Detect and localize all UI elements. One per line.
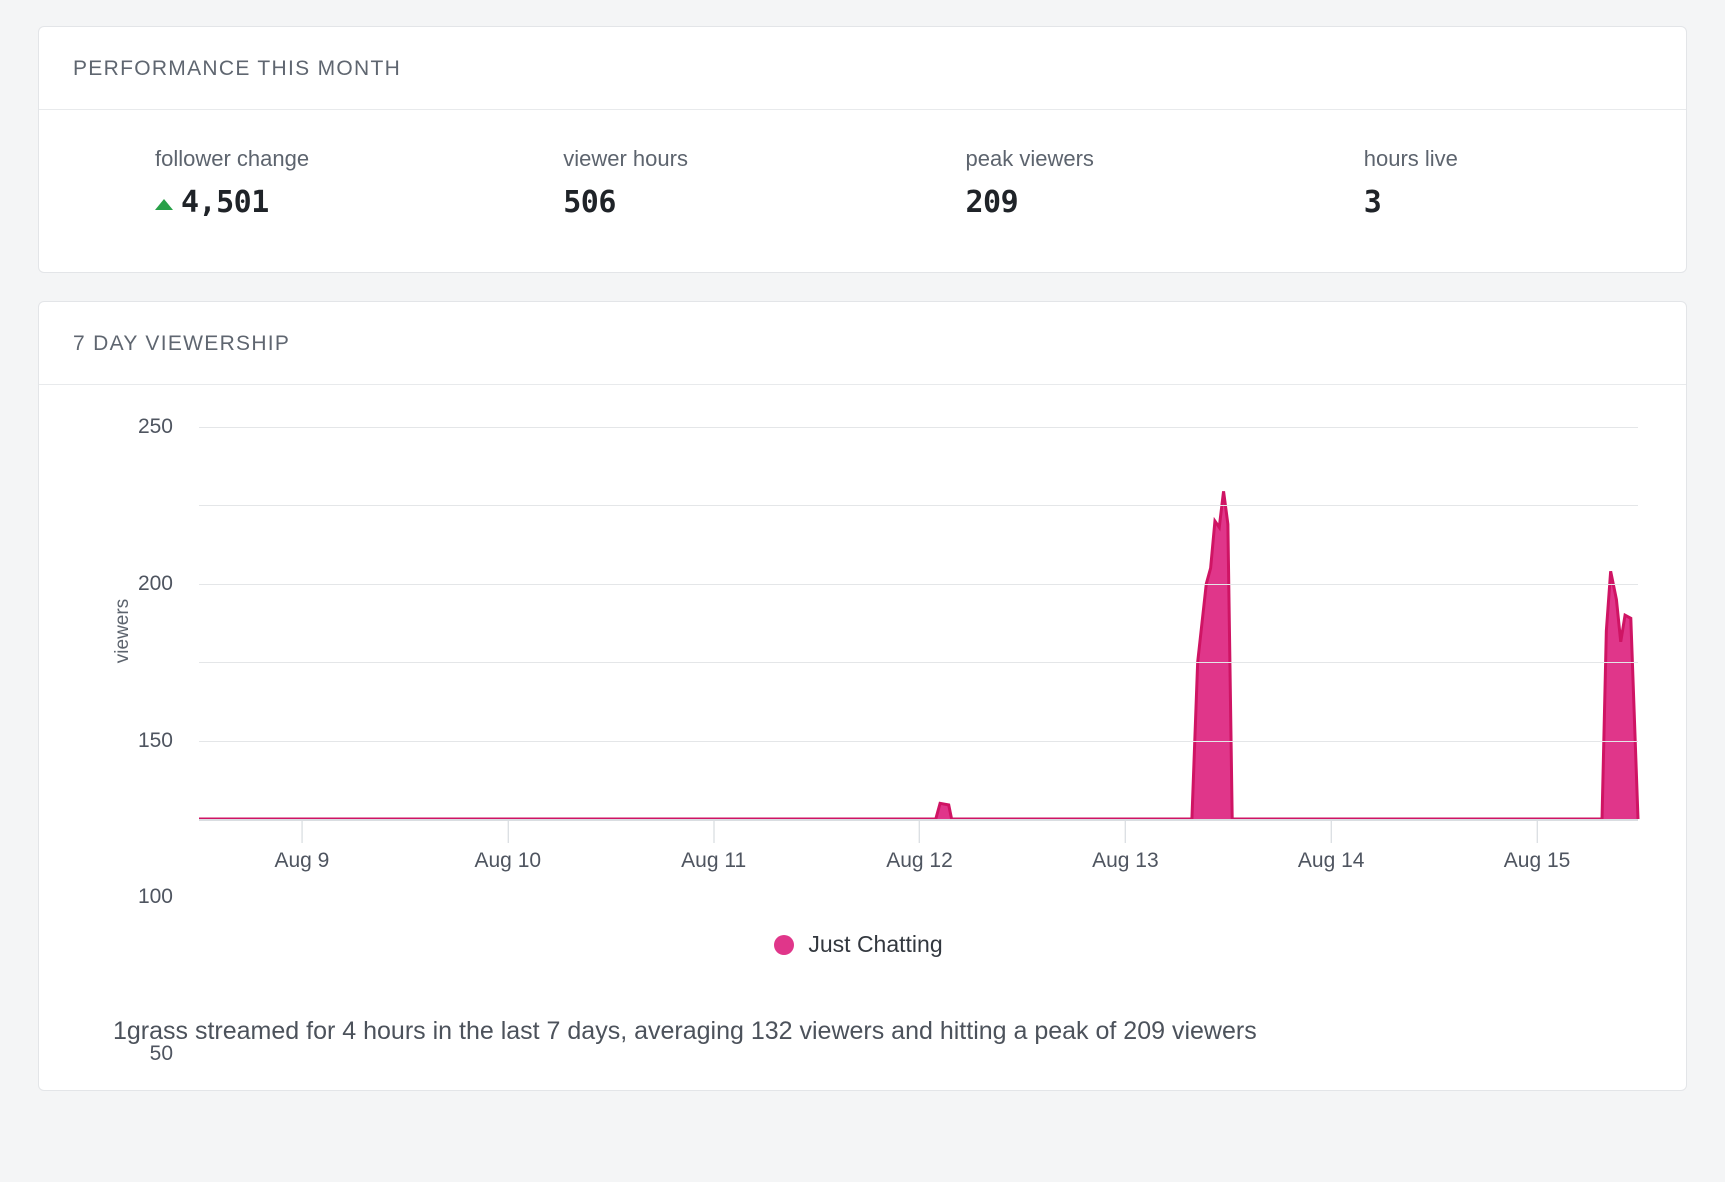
viewership-card: 7 DAY VIEWERSHIP viewers 050100150200250…	[38, 301, 1687, 1091]
x-axis-tick-label: Aug 13	[1092, 849, 1159, 872]
performance-card: PERFORMANCE THIS MONTH follower change 4…	[38, 26, 1687, 273]
series-area-fill	[199, 491, 1638, 819]
trend-up-icon	[155, 198, 173, 210]
stats-row: follower change 4,501 viewer hours 506 p…	[39, 110, 1686, 272]
chart-area: viewers 050100150200250 Aug 9Aug 10Aug 1…	[61, 415, 1656, 1065]
x-axis-tick: Aug 9	[274, 821, 329, 873]
x-axis-tick-label: Aug 15	[1503, 849, 1571, 872]
dashboard-page: PERFORMANCE THIS MONTH follower change 4…	[0, 0, 1725, 1182]
stat-value-wrapper: 209	[966, 188, 1288, 218]
x-axis-tick: Aug 13	[1092, 821, 1159, 873]
stat-value: 209	[965, 185, 1019, 220]
x-axis-tickmark	[1330, 821, 1332, 843]
chart-legend[interactable]: Just Chatting	[61, 931, 1656, 958]
chart-plot-area: 050100150200250	[138, 415, 1638, 1065]
x-axis-tick: Aug 12	[886, 821, 953, 873]
x-axis-tick-label: Aug 10	[474, 849, 542, 872]
x-axis-tickmark	[919, 821, 920, 843]
stat-label: peak viewers	[965, 146, 1094, 171]
x-axis-tick: Aug 10	[474, 821, 542, 873]
x-axis-tickmark	[507, 821, 509, 843]
x-axis-tickmark	[1536, 821, 1538, 843]
viewership-chart-body: viewers 050100150200250 Aug 9Aug 10Aug 1…	[39, 385, 1686, 1085]
y-axis-tick-label: 200	[137, 571, 173, 595]
x-axis-tick-label: Aug 11	[681, 849, 747, 872]
performance-card-title: PERFORMANCE THIS MONTH	[73, 57, 402, 80]
stat-label: follower change	[155, 146, 310, 171]
x-axis-tickmark	[713, 821, 715, 843]
chart-gridline: 50	[150, 740, 1638, 1065]
x-axis-tickmark	[301, 821, 303, 843]
x-axis-tick: Aug 14	[1297, 821, 1365, 873]
chart-gridline: 150	[138, 583, 1638, 752]
legend-color-dot	[774, 934, 795, 955]
stat-hours-live: hours live 3	[1288, 146, 1686, 218]
x-axis-tick-label: Aug 14	[1297, 849, 1365, 872]
x-axis-tick: Aug 11	[681, 821, 746, 873]
stat-value-wrapper: 4,501	[155, 188, 477, 218]
stat-label: hours live	[1363, 146, 1458, 171]
stat-value: 506	[563, 185, 616, 220]
x-axis-tickmark	[1124, 821, 1126, 843]
viewership-card-title: 7 DAY VIEWERSHIP	[73, 332, 291, 355]
legend-label: Just Chatting	[808, 931, 943, 957]
chart-gridline: 100	[138, 662, 1638, 908]
x-axis-tick-label: Aug 12	[886, 849, 953, 872]
chart-gridline: 250	[138, 415, 1638, 438]
viewership-summary-caption: 1grass streamed for 4 hours in the last …	[113, 1017, 1257, 1045]
x-axis-tick: Aug 15	[1503, 821, 1571, 873]
stat-follower-change: follower change 4,501	[39, 146, 477, 218]
stat-value: 3	[1363, 185, 1382, 220]
y-axis-tick-label: 100	[137, 885, 173, 909]
stat-value-wrapper: 506	[563, 188, 885, 218]
y-axis-tick-label: 150	[137, 728, 173, 752]
viewership-series	[199, 427, 1638, 819]
stat-label: viewer hours	[563, 146, 688, 171]
stat-value-wrapper: 3	[1364, 188, 1686, 218]
stat-peak-viewers: peak viewers 209	[886, 146, 1288, 218]
performance-card-header: PERFORMANCE THIS MONTH	[39, 27, 1686, 110]
series-line	[199, 491, 1638, 819]
stat-value: 4,501	[181, 185, 269, 220]
chart-gridline: 200	[138, 505, 1638, 595]
stat-viewer-hours: viewer hours 506	[477, 146, 885, 218]
y-axis-tick-label: 250	[137, 415, 173, 438]
viewership-card-header: 7 DAY VIEWERSHIP	[39, 302, 1686, 385]
y-axis-title: viewers	[112, 598, 134, 664]
x-axis-tick-label: Aug 9	[274, 849, 330, 872]
